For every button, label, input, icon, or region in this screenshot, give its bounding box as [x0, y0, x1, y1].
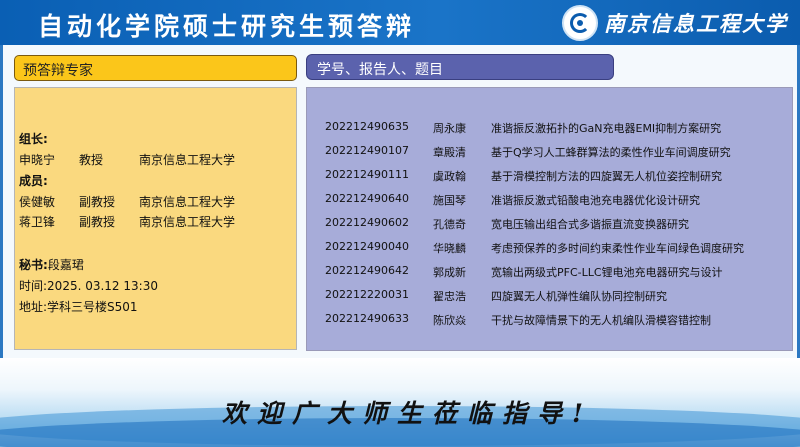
leader-label: 组长:	[19, 132, 48, 146]
table-row: 202212490640 施国琴 准谐振反激式铅酸电池充电器优化设计研究	[325, 192, 781, 208]
member-org: 南京信息工程大学	[139, 195, 236, 209]
member-title: 副教授	[79, 215, 116, 229]
experts-header-label: 预答辩专家	[23, 63, 93, 79]
leader-org: 南京信息工程大学	[139, 153, 236, 167]
student-id: 202212490107	[325, 144, 409, 157]
thesis-title: 准谐振反激拓扑的GaN充电器EMI抑制方案研究	[491, 122, 722, 135]
presenter-name: 孔德奇	[433, 218, 466, 231]
defense-place: 地址:学科三号楼S501	[19, 300, 138, 314]
presenter-name: 虞政翰	[433, 170, 466, 183]
thesis-title: 干扰与故障情景下的无人机编队滑模容错控制	[491, 314, 711, 327]
member-name: 蒋卫锋	[19, 215, 56, 229]
table-row: 202212490642 郭成新 宽输出两级式PFC-LLC锂电池充电器研究与设…	[325, 264, 781, 280]
student-id: 202212490635	[325, 120, 409, 133]
presenters-header: 学号、报告人、题目	[306, 54, 614, 80]
main-area: 预答辩专家 组长: 申晓宁 教授 南京信息工程大学 成员: 侯健敏 副教授 南京…	[0, 45, 800, 358]
presenter-name: 章殿清	[433, 146, 466, 159]
presenters-panel: 202212490635 周永康 准谐振反激拓扑的GaN充电器EMI抑制方案研究…	[306, 87, 793, 351]
secretary-line: 秘书:段嘉珺	[19, 256, 84, 273]
welcome-slogan: 欢迎广大师生莅临指导!	[222, 399, 593, 428]
presenter-name: 施国琴	[433, 194, 466, 207]
thesis-title: 考虑预保养的多时间约束柔性作业车间绿色调度研究	[491, 242, 744, 255]
footer-banner: 欢迎广大师生莅临指导!	[0, 358, 800, 447]
members-label: 成员:	[19, 174, 48, 188]
thesis-title: 宽输出两级式PFC-LLC锂电池充电器研究与设计	[491, 266, 723, 279]
presenter-name: 周永康	[433, 122, 466, 135]
table-row: 202212490111 虞政翰 基于滑模控制方法的四旋翼无人机位姿控制研究	[325, 168, 781, 184]
experts-header: 预答辩专家	[14, 55, 297, 81]
leader-row: 申晓宁 教授 南京信息工程大学	[19, 151, 235, 168]
presenter-name: 陈欣焱	[433, 314, 466, 327]
student-id: 202212490111	[325, 168, 409, 181]
student-id: 202212490633	[325, 312, 409, 325]
thesis-title: 四旋翼无人机弹性编队协同控制研究	[491, 290, 667, 303]
table-row: 202212220031 翟忠浩 四旋翼无人机弹性编队协同控制研究	[325, 288, 781, 304]
table-row: 202212490107 章殿清 基于Q学习人工蜂群算法的柔性作业车间调度研究	[325, 144, 781, 160]
secretary-name: 段嘉珺	[47, 258, 84, 272]
presenter-name: 郭成新	[433, 266, 466, 279]
member-title: 副教授	[79, 195, 116, 209]
university-logo: 南京信息工程大学	[562, 4, 788, 42]
secretary-label: 秘书:	[19, 258, 48, 272]
member-row: 侯健敏 副教授 南京信息工程大学	[19, 193, 235, 210]
thesis-title: 基于Q学习人工蜂群算法的柔性作业车间调度研究	[491, 146, 731, 159]
member-org: 南京信息工程大学	[139, 215, 236, 229]
presenter-name: 华晓麟	[433, 242, 466, 255]
student-id: 202212490602	[325, 216, 409, 229]
page-title: 自动化学院硕士研究生预答辩	[38, 12, 416, 41]
leader-title: 教授	[79, 153, 104, 167]
member-name: 侯健敏	[19, 195, 56, 209]
student-id: 202212490640	[325, 192, 409, 205]
thesis-title: 宽电压输出组合式多谐振直流变换器研究	[491, 218, 689, 231]
thesis-title: 准谐振反激式铅酸电池充电器优化设计研究	[491, 194, 700, 207]
experts-panel: 组长: 申晓宁 教授 南京信息工程大学 成员: 侯健敏 副教授 南京信息工程大学…	[14, 87, 297, 350]
thesis-title: 基于滑模控制方法的四旋翼无人机位姿控制研究	[491, 170, 722, 183]
student-id: 202212490040	[325, 240, 409, 253]
member-row: 蒋卫锋 副教授 南京信息工程大学	[19, 213, 235, 230]
student-id: 202212490642	[325, 264, 409, 277]
table-row: 202212490635 周永康 准谐振反激拓扑的GaN充电器EMI抑制方案研究	[325, 120, 781, 136]
table-row: 202212490633 陈欣焱 干扰与故障情景下的无人机编队滑模容错控制	[325, 312, 781, 328]
presenters-header-label: 学号、报告人、题目	[317, 62, 443, 78]
top-banner: 自动化学院硕士研究生预答辩 南京信息工程大学	[0, 0, 800, 45]
table-row: 202212490602 孔德奇 宽电压输出组合式多谐振直流变换器研究	[325, 216, 781, 232]
presenter-name: 翟忠浩	[433, 290, 466, 303]
defense-time: 时间:2025. 03.12 13:30	[19, 279, 158, 293]
leader-name: 申晓宁	[19, 153, 56, 167]
university-emblem-icon	[562, 5, 598, 41]
university-name: 南京信息工程大学	[604, 11, 788, 36]
table-row: 202212490040 华晓麟 考虑预保养的多时间约束柔性作业车间绿色调度研究	[325, 240, 781, 256]
student-id: 202212220031	[325, 288, 409, 301]
